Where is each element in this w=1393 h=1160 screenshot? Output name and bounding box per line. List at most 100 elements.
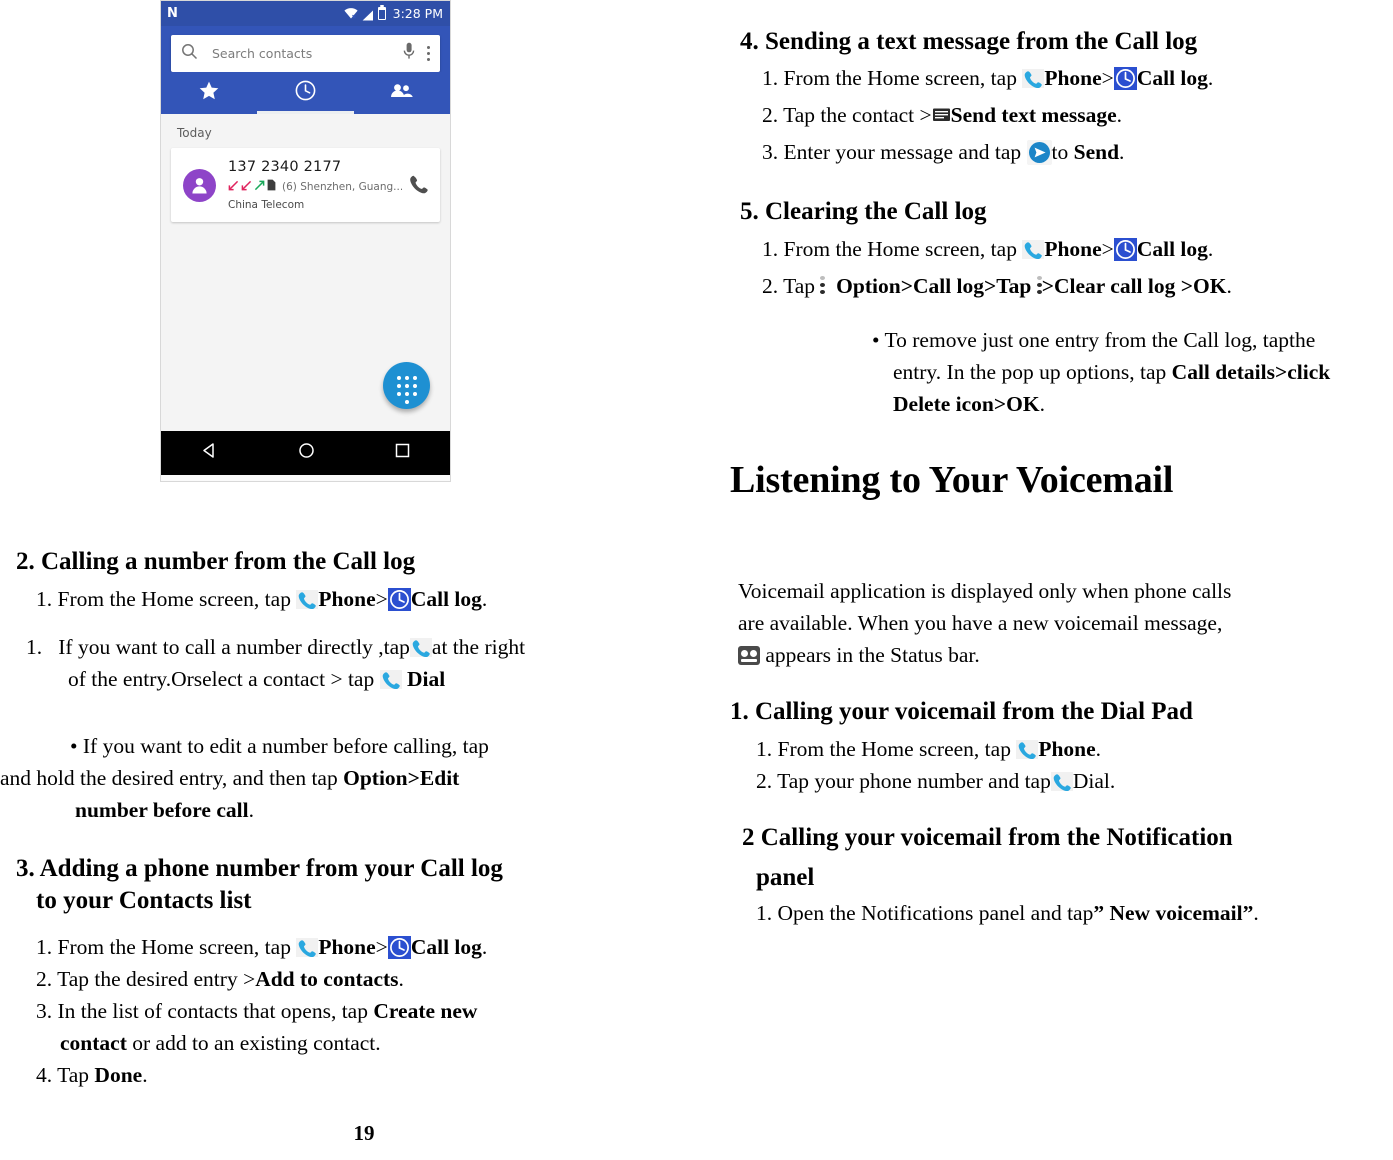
section5-step1-phone-label: Phone [1044, 237, 1102, 261]
section3-step2-period: . [398, 967, 404, 991]
heading-section-5: 5. Clearing the Call log [740, 198, 987, 225]
section3-step3-bold: Create new [373, 999, 478, 1023]
section2-bullet-line1: • If you want to edit a number before ca… [70, 734, 489, 758]
section2-bullet-line2: and hold the desired entry, and then tap… [0, 763, 640, 794]
section3-step-4: 4. Tap Done. [36, 1060, 676, 1091]
section3-step3-tail: or add to an existing contact. [126, 1031, 381, 1055]
section5-bullet-bold-a: Call details>click [1171, 360, 1331, 384]
section2-bullet-edit2: number before call [75, 798, 249, 822]
section5-bullet-text-b: entry. In the pop up options, tap [893, 360, 1167, 384]
section3-step1-text: 1. From the Home screen, tap [36, 935, 291, 959]
section2-step1-phone-label: Phone [318, 587, 376, 611]
section5-bullet-line3: Delete icon>OK. [893, 389, 1393, 420]
voicemail-sub1-step1-text: 1. From the Home screen, tap [756, 737, 1011, 761]
section5-step1-gt: > [1101, 237, 1114, 261]
section4-step2-text: 2. Tap the contact > [762, 103, 932, 127]
section2-step1-calllog-label: Call log [410, 587, 482, 611]
phone-icon [296, 590, 319, 609]
voicemail-sub1-step2-text: 2. Tap your phone number and tap [756, 769, 1051, 793]
section5-step1-period: . [1207, 237, 1214, 261]
section2-substep1-text-c: of the entry.Orselect a contact > tap [68, 667, 375, 691]
voicemail-paragraph-line3-text: appears in the Status bar. [765, 643, 980, 667]
section2-bullet-period: . [248, 798, 254, 822]
voicemail-sub1-step-2: 2. Tap your phone number and tap Dial. [756, 766, 1393, 797]
voicemail-sub2-step-1: 1. Open the Notifications panel and tap”… [756, 898, 1393, 929]
section2-step1-text: 1. From the Home screen, tap [36, 587, 291, 611]
section3-step1-period: . [481, 935, 488, 959]
section2-bullet-option: Option [343, 766, 408, 790]
voicemail-icon [738, 646, 760, 665]
section3-step3-bold2: contact [60, 1031, 127, 1055]
heading-section-3-line1: 3. Adding a phone number from your Call … [16, 855, 503, 882]
section3-step1-calllog-label: Call log [410, 935, 482, 959]
section2-substep-1-line2: of the entry.Orselect a contact > tap Di… [68, 664, 688, 695]
section3-step1-gt: > [375, 935, 388, 959]
section4-step3-to: to [1051, 140, 1074, 164]
section3-step2-bold: Add to contacts [255, 967, 399, 991]
section2-bullet-gt: > [407, 766, 420, 790]
section5-bullet-period: . [1039, 392, 1045, 416]
heading-section-2: 2. Calling a number from the Call log [16, 548, 416, 575]
send-icon [1026, 140, 1052, 165]
heading-listening-voicemail: Listening to Your Voicemail [730, 459, 1174, 501]
section5-step2-period: . [1226, 274, 1232, 298]
manual-page: N 3:28 PM Search contacts Today 137 2340… [0, 0, 1393, 1160]
section2-bullet-text-b: and hold the desired entry, and then tap [0, 766, 338, 790]
call-log-icon [387, 936, 411, 959]
phone-icon [296, 938, 319, 957]
section3-step4-bold: Done [94, 1063, 143, 1087]
section3-step4-text: 4. Tap [36, 1063, 95, 1087]
phone-icon [409, 638, 432, 657]
section4-step3-send: Send [1073, 140, 1120, 164]
section2-substep1-text-b: at the right [431, 635, 526, 659]
right-column: 4. Sending a text message from the Call … [700, 0, 1393, 1160]
section3-step4-period: . [142, 1063, 148, 1087]
phone-icon [1022, 240, 1045, 259]
voicemail-sub1-step2-period: . [1109, 769, 1116, 793]
phone-icon [1016, 740, 1039, 759]
heading-voicemail-notification-line2: panel [756, 864, 815, 891]
section4-step3-text: 3. Enter your message and tap [762, 140, 1022, 164]
kebab-menu-icon [820, 276, 826, 296]
section5-bullet-bold-b: Delete icon>OK [893, 392, 1040, 416]
section3-step-3: 3. In the list of contacts that opens, t… [36, 996, 676, 1027]
voicemail-sub1-step2-dial-label: Dial [1072, 769, 1110, 793]
section5-step-1: 1. From the Home screen, tap Phone> Call… [762, 234, 1392, 265]
section2-substep1-text-a: 1. If you want to call a number directly… [26, 635, 410, 659]
heading-voicemail-notification-line1: 2 Calling your voicemail from the Notifi… [742, 824, 1233, 851]
heading-section-3-line2: to your Contacts list [36, 887, 252, 914]
voicemail-sub2-step1-period: . [1253, 901, 1259, 925]
voicemail-sub1-step1-period: . [1095, 737, 1102, 761]
section5-step2-bold-b: >Clear call log [1041, 274, 1176, 298]
voicemail-sub2-step1-text: 1. Open the Notifications panel and tap [756, 901, 1094, 925]
section5-step1-calllog-label: Call log [1136, 237, 1208, 261]
voicemail-paragraph-line1: Voicemail application is displayed only … [738, 579, 1232, 603]
section3-step-3-line2: contact or add to an existing contact. [60, 1028, 680, 1059]
heading-voicemail-dialpad: 1. Calling your voicemail from the Dial … [730, 698, 1193, 725]
section3-step-1: 1. From the Home screen, tap Phone> Call… [36, 932, 676, 963]
section4-step3-period: . [1119, 140, 1125, 164]
section3-step1-phone-label: Phone [318, 935, 376, 959]
section2-step1-gt: > [375, 587, 388, 611]
phone-icon [379, 670, 402, 689]
section5-step2-text: 2. Tap [762, 274, 816, 298]
voicemail-sub1-step-1: 1. From the Home screen, tap Phone. [756, 734, 1393, 765]
call-log-icon [387, 588, 411, 611]
call-log-icon [1113, 67, 1137, 90]
voicemail-sub1-step1-phone-label: Phone [1038, 737, 1096, 761]
kebab-menu-icon [1036, 276, 1042, 296]
section4-step-3: 3. Enter your message and tap to Send. [762, 137, 1392, 168]
section2-step-1: 1. From the Home screen, tap Phone> Call… [36, 584, 676, 615]
section5-bullet-line2: entry. In the pop up options, tap Call d… [893, 357, 1393, 388]
left-column: 2. Calling a number from the Call log 1.… [0, 0, 690, 1160]
call-log-icon [1113, 238, 1137, 261]
section4-step-1: 1. From the Home screen, tap Phone> Call… [762, 63, 1392, 94]
section4-step1-text: 1. From the Home screen, tap [762, 66, 1017, 90]
section4-step1-gt: > [1101, 66, 1114, 90]
section5-step-2: 2. Tap Option>Call log>Tap >Clear call l… [762, 271, 1393, 302]
section2-substep-1: 1. If you want to call a number directly… [26, 632, 676, 663]
message-icon [932, 103, 951, 121]
section4-step2-bold: Send text message [950, 103, 1117, 127]
page-number: 19 [0, 1121, 1393, 1146]
voicemail-sub2-step1-bold: ” New voicemail” [1093, 901, 1254, 925]
